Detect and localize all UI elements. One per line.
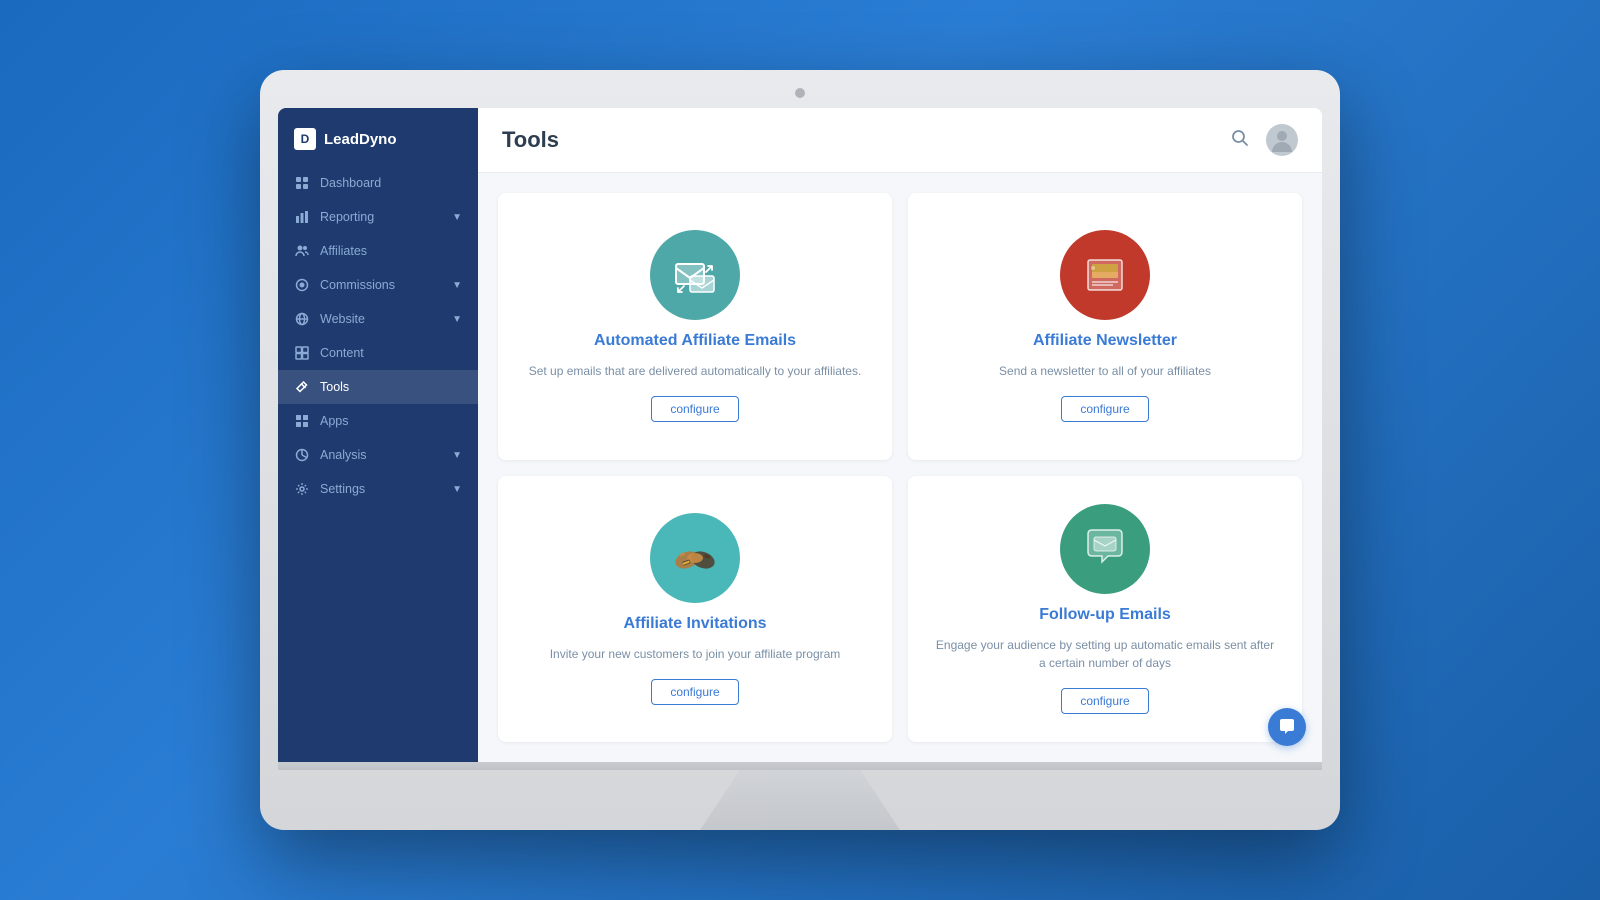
sidebar-item-reporting[interactable]: Reporting ▼ xyxy=(278,200,478,234)
affiliate-newsletter-desc: Send a newsletter to all of your affilia… xyxy=(999,362,1211,380)
sidebar-item-dashboard[interactable]: Dashboard xyxy=(278,166,478,200)
settings-icon xyxy=(294,481,310,497)
commissions-icon xyxy=(294,277,310,293)
tools-icon xyxy=(294,379,310,395)
analysis-arrow: ▼ xyxy=(452,450,462,461)
automated-emails-title: Automated Affiliate Emails xyxy=(594,332,796,350)
logo-area: D LeadDyno xyxy=(278,120,478,166)
reporting-arrow: ▼ xyxy=(452,212,462,223)
website-icon xyxy=(294,311,310,327)
sidebar-item-commissions[interactable]: Commissions ▼ xyxy=(278,268,478,302)
monitor-bottom xyxy=(278,762,1322,830)
cards-grid: Automated Affiliate Emails Set up emails… xyxy=(478,173,1322,762)
main-content: Tools xyxy=(478,108,1322,762)
content-icon xyxy=(294,345,310,361)
sidebar-item-apps-label: Apps xyxy=(320,414,462,428)
followup-emails-configure-btn[interactable]: configure xyxy=(1061,688,1148,714)
sidebar: D LeadDyno Dashboard xyxy=(278,108,478,762)
logo-icon: D xyxy=(294,128,316,150)
sidebar-item-tools[interactable]: Tools xyxy=(278,370,478,404)
main-wrapper: Tools xyxy=(478,108,1322,762)
sidebar-item-analysis-label: Analysis xyxy=(320,448,442,462)
sidebar-item-content-label: Content xyxy=(320,346,462,360)
automated-emails-configure-btn[interactable]: configure xyxy=(651,396,738,422)
affiliate-newsletter-configure-btn[interactable]: configure xyxy=(1061,396,1148,422)
sidebar-item-dashboard-label: Dashboard xyxy=(320,176,462,190)
sidebar-item-commissions-label: Commissions xyxy=(320,278,442,292)
monitor-neck xyxy=(278,762,1322,770)
sidebar-item-settings-label: Settings xyxy=(320,482,442,496)
sidebar-item-website-label: Website xyxy=(320,312,442,326)
top-bar: Tools xyxy=(478,108,1322,173)
sidebar-item-affiliates[interactable]: Affiliates xyxy=(278,234,478,268)
affiliates-icon xyxy=(294,243,310,259)
apps-icon xyxy=(294,413,310,429)
top-bar-actions xyxy=(1230,124,1298,156)
sidebar-item-analysis[interactable]: Analysis ▼ xyxy=(278,438,478,472)
card-automated-emails: Automated Affiliate Emails Set up emails… xyxy=(498,193,892,460)
affiliate-newsletter-title: Affiliate Newsletter xyxy=(1033,332,1177,350)
monitor-camera xyxy=(795,88,805,98)
logo-text: LeadDyno xyxy=(324,131,397,148)
sidebar-item-tools-label: Tools xyxy=(320,380,462,394)
sidebar-item-affiliates-label: Affiliates xyxy=(320,244,462,258)
sidebar-item-apps[interactable]: Apps xyxy=(278,404,478,438)
followup-emails-desc: Engage your audience by setting up autom… xyxy=(932,636,1278,672)
card-followup-emails: Follow-up Emails Engage your audience by… xyxy=(908,476,1302,743)
affiliate-invitations-icon xyxy=(650,513,740,603)
automated-emails-desc: Set up emails that are delivered automat… xyxy=(529,362,862,380)
affiliate-invitations-title: Affiliate Invitations xyxy=(623,615,766,633)
card-affiliate-invitations: Affiliate Invitations Invite your new cu… xyxy=(498,476,892,743)
page-title: Tools xyxy=(502,127,559,153)
sidebar-item-reporting-label: Reporting xyxy=(320,210,442,224)
dashboard-icon xyxy=(294,175,310,191)
affiliate-invitations-configure-btn[interactable]: configure xyxy=(651,679,738,705)
chat-bubble-button[interactable] xyxy=(1268,708,1306,746)
automated-emails-icon xyxy=(650,230,740,320)
followup-emails-title: Follow-up Emails xyxy=(1039,606,1171,624)
website-arrow: ▼ xyxy=(452,314,462,325)
sidebar-item-content[interactable]: Content xyxy=(278,336,478,370)
followup-emails-icon xyxy=(1060,504,1150,594)
commissions-arrow: ▼ xyxy=(452,280,462,291)
affiliate-newsletter-icon xyxy=(1060,230,1150,320)
settings-arrow: ▼ xyxy=(452,484,462,495)
user-avatar[interactable] xyxy=(1266,124,1298,156)
monitor-stand xyxy=(700,770,900,830)
reporting-icon xyxy=(294,209,310,225)
sidebar-item-website[interactable]: Website ▼ xyxy=(278,302,478,336)
search-button[interactable] xyxy=(1230,128,1250,153)
monitor-stand-wrap xyxy=(700,770,900,830)
card-affiliate-newsletter: Affiliate Newsletter Send a newsletter t… xyxy=(908,193,1302,460)
sidebar-item-settings[interactable]: Settings ▼ xyxy=(278,472,478,506)
analysis-icon xyxy=(294,447,310,463)
affiliate-invitations-desc: Invite your new customers to join your a… xyxy=(550,645,841,663)
